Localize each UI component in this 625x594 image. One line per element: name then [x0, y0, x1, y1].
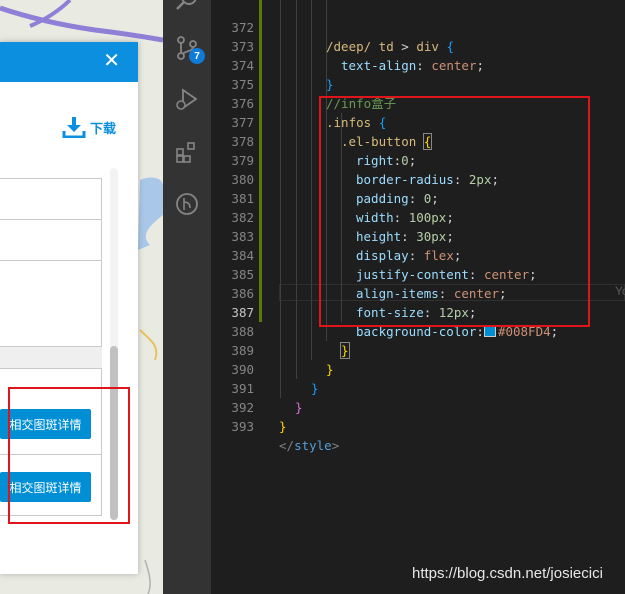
inline-blame-hint: Yo	[615, 284, 625, 298]
code-line: 381 width: 100px;	[231, 191, 454, 225]
scrollbar[interactable]	[110, 168, 118, 520]
code-line: 389 }	[231, 343, 334, 377]
code-line: 383 display: flex;	[231, 229, 462, 263]
table-row	[0, 260, 102, 346]
scm-badge: 7	[189, 48, 205, 64]
code-line: 380 padding: 0;	[231, 172, 439, 206]
dialog-header: ✕	[0, 42, 138, 82]
code-line: 391 }	[231, 381, 303, 415]
code-line: 382 height: 30px;	[231, 210, 454, 244]
close-icon[interactable]: ✕	[103, 50, 120, 72]
code-line: 387 background-color: #008FD4;	[231, 305, 559, 339]
code-line: 372 /deep/ td > div {	[231, 20, 454, 54]
code-line: 376 .infos {	[231, 96, 387, 130]
code-line: 373 text-align: center;	[231, 39, 485, 73]
code-editor[interactable]: 372 /deep/ td > div { 373 text-align: ce…	[211, 0, 625, 594]
remote-icon[interactable]	[174, 191, 200, 217]
table-header-row	[0, 346, 102, 368]
detail-dialog: ✕ 下载 相交图斑详情 相交图斑详情	[0, 42, 138, 574]
table-row	[0, 219, 102, 260]
activity-bar: 7	[163, 0, 211, 594]
download-icon	[62, 117, 86, 138]
watermark: https://blog.csdn.net/josiecici	[412, 565, 603, 582]
code-line: 388 }	[231, 324, 350, 359]
table-row	[0, 178, 102, 219]
code-line: 384 justify-content: center;	[231, 248, 537, 282]
extensions-icon[interactable]	[174, 139, 200, 165]
download-button[interactable]: 下载	[62, 116, 116, 138]
code-line: 386 font-size: 12px;	[231, 286, 477, 320]
code-line: 390 }	[231, 362, 319, 396]
download-label: 下载	[90, 120, 117, 136]
detail-button[interactable]: 相交图斑详情	[0, 409, 91, 439]
code-line: 378 right:0;	[231, 134, 417, 168]
result-table	[0, 178, 102, 516]
code-line: 377 .el-button {	[231, 115, 433, 150]
code-line: 375 //info盒子	[231, 77, 397, 111]
code-line: 393 </style>	[231, 419, 340, 453]
search-icon[interactable]	[174, 0, 200, 14]
detail-button[interactable]: 相交图斑详情	[0, 472, 91, 502]
code-line: 374 }	[231, 58, 334, 92]
code-line: 392 }	[231, 400, 287, 434]
scrollbar-thumb[interactable]	[110, 346, 118, 520]
code-line: 385 align-items: center;	[231, 267, 507, 301]
app-preview: ✕ 下载 相交图斑详情 相交图斑详情	[0, 0, 163, 594]
debug-icon[interactable]	[174, 86, 200, 112]
code-line: 379 border-radius: 2px;	[231, 153, 500, 187]
